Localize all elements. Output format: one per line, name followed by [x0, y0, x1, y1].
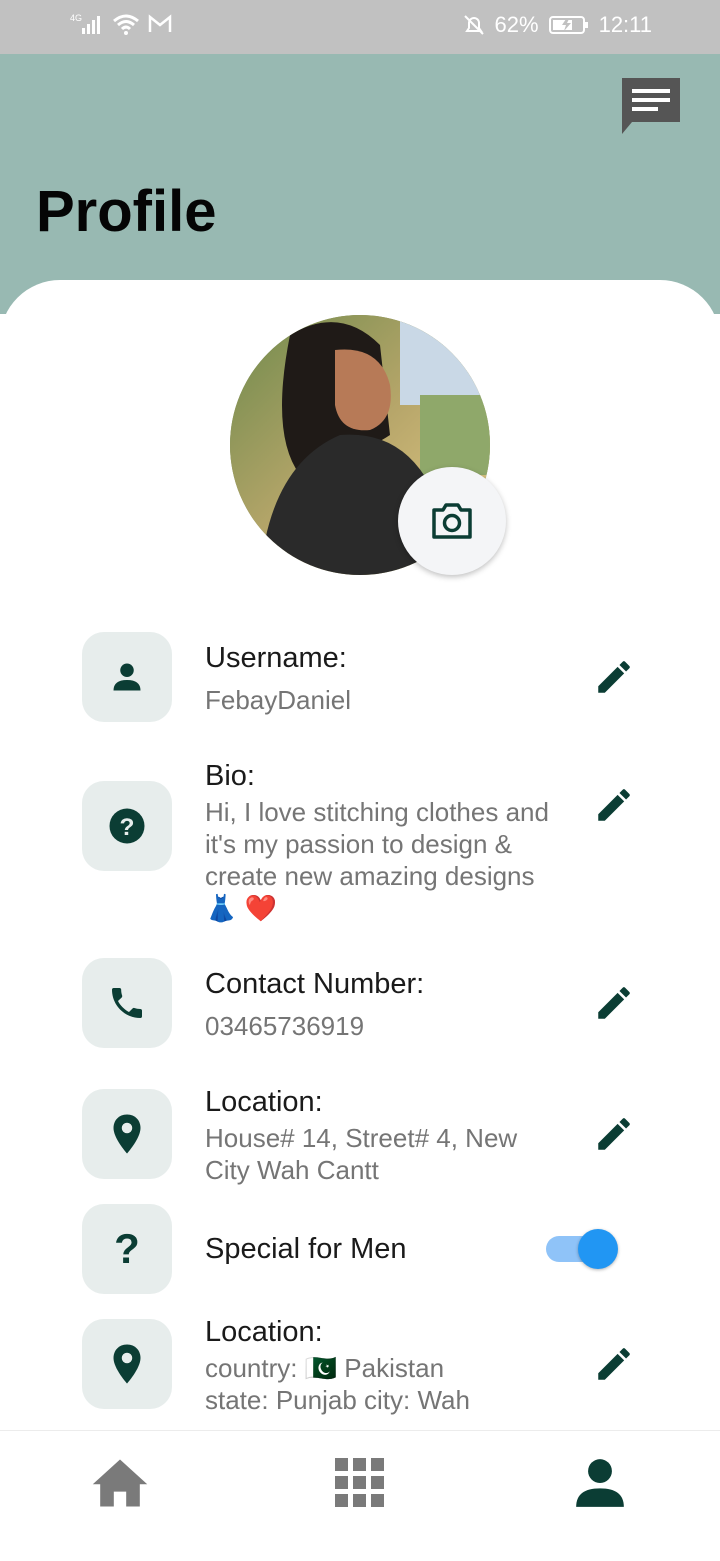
- chat-icon[interactable]: [620, 76, 682, 136]
- location-detail-line1: country: 🇵🇰 Pakistan: [205, 1353, 445, 1383]
- edit-location-button[interactable]: [593, 1113, 635, 1155]
- grid-icon: [335, 1458, 384, 1507]
- question-mark-icon: ?: [114, 1225, 140, 1272]
- location-pin-icon: [113, 1114, 141, 1154]
- cell-signal-icon: 4G: [70, 12, 104, 36]
- edit-username-button[interactable]: [593, 656, 635, 698]
- location-label: Location:: [205, 1086, 323, 1118]
- edit-bio-button[interactable]: [593, 784, 635, 826]
- pencil-icon: [598, 661, 630, 693]
- contact-value: 03465736919: [205, 1011, 365, 1041]
- location-detail-line2: state: Punjab city: Wah: [205, 1385, 470, 1415]
- special-icon-tile: ?: [82, 1204, 172, 1294]
- pencil-icon: [598, 1348, 630, 1380]
- nav-home[interactable]: [85, 1453, 155, 1513]
- special-for-men-toggle[interactable]: [546, 1227, 620, 1271]
- location-icon-tile: [82, 1089, 172, 1179]
- special-for-men-label: Special for Men: [205, 1233, 407, 1265]
- bottom-navigation: [0, 1430, 720, 1561]
- contact-icon-tile: [82, 958, 172, 1048]
- username-label: Username:: [205, 642, 347, 674]
- location-value: House# 14, Street# 4, New City Wah Cantt: [205, 1123, 518, 1185]
- nav-apps[interactable]: [325, 1453, 395, 1513]
- status-bar: 4G 62% 12:11: [0, 0, 720, 54]
- phone-icon: [112, 988, 142, 1018]
- bio-label: Bio:: [205, 760, 255, 792]
- edit-contact-button[interactable]: [593, 982, 635, 1024]
- svg-text:4G: 4G: [70, 13, 82, 23]
- battery-percent: 62%: [494, 12, 539, 37]
- contact-label: Contact Number:: [205, 968, 425, 1000]
- notifications-off-icon: [463, 13, 485, 37]
- bio-icon-tile: ?: [82, 781, 172, 871]
- username-icon-tile: [82, 632, 172, 722]
- profile-icon: [576, 1459, 624, 1507]
- battery-charging-icon: [548, 14, 589, 36]
- nav-profile[interactable]: [565, 1453, 635, 1513]
- change-photo-button[interactable]: [398, 467, 506, 575]
- location-detail-label: Location:: [205, 1316, 323, 1348]
- camera-icon: [432, 503, 472, 539]
- username-value: FebayDaniel: [205, 685, 351, 715]
- gmail-icon: [148, 14, 172, 34]
- toggle-thumb: [578, 1229, 618, 1269]
- location-pin-icon: [113, 1344, 141, 1384]
- edit-location-detail-button[interactable]: [593, 1343, 635, 1385]
- home-icon: [92, 1459, 148, 1507]
- person-icon: [113, 663, 141, 691]
- pencil-icon: [598, 1118, 630, 1150]
- help-circle-icon: ?: [109, 808, 145, 844]
- svg-text:?: ?: [120, 814, 135, 841]
- location-detail-icon-tile: [82, 1319, 172, 1409]
- bio-value: Hi, I love stitching clothes and it's my…: [205, 797, 549, 923]
- pencil-icon: [598, 987, 630, 1019]
- wifi-icon: [112, 12, 140, 36]
- clock: 12:11: [598, 12, 652, 37]
- pencil-icon: [598, 789, 630, 821]
- page-title: Profile: [36, 179, 217, 244]
